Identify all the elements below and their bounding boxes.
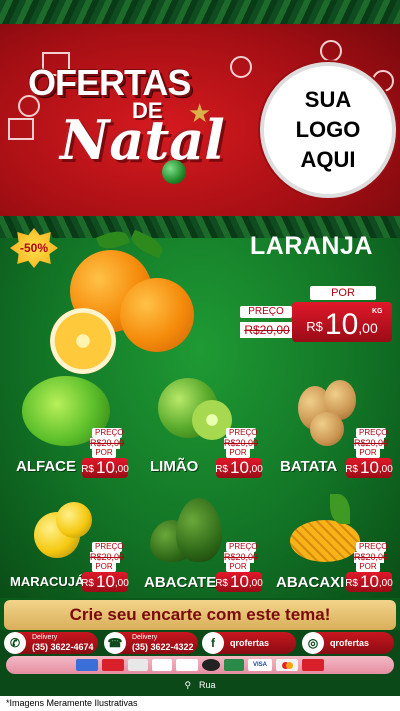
product-price-tag: PREÇO R$20,00 POR R$ 10,00: [215, 428, 263, 478]
payment-methods: VISA: [6, 656, 394, 674]
title-natal: Natal: [60, 108, 225, 172]
location-pin-icon: ⚲: [184, 679, 192, 690]
title-ofertas: OFERTAS: [28, 62, 191, 103]
card-icon: [76, 659, 98, 671]
gift-icon: [8, 118, 34, 140]
product-price-tag: PREÇO R$20,00 POR R$ 10,00: [215, 542, 263, 592]
product-price-tag: PREÇO R$20,00 POR R$ 10,00: [345, 542, 393, 592]
product-name: ABACATE: [144, 574, 217, 591]
visa-icon: VISA: [248, 659, 272, 671]
product-name: LIMÃO: [150, 458, 199, 475]
logo-text-2: LOGO: [295, 117, 361, 142]
whatsapp-contact[interactable]: ✆ Delivery (35) 3622-4674: [4, 632, 98, 654]
header-banner: OFERTAS DE ★ Natal SUA LOGO AQUI: [0, 0, 400, 218]
phone-contact[interactable]: ☎ Delivery (35) 3622-4322: [104, 632, 198, 654]
garland-top: [0, 0, 400, 24]
instagram-icon: ◎: [302, 632, 324, 654]
whatsapp-icon: ✆: [4, 632, 26, 654]
cta-banner[interactable]: Crie seu encarte com este tema!: [4, 600, 396, 630]
logo-placeholder[interactable]: SUA LOGO AQUI: [260, 62, 396, 198]
card-icon: [176, 659, 198, 671]
product-price-tag: PREÇO R$20,00 POR R$ 10,00: [81, 542, 129, 592]
mastercard-icon: [276, 659, 298, 671]
footer: *Imagens Meramente Ilustrativas: [0, 696, 400, 711]
instagram-contact[interactable]: ◎ qrofertas: [302, 632, 394, 654]
hero-price-tag: PREÇO R$20,00 POR R$ 10 ,00 KG: [236, 284, 394, 346]
ornament-icon: [230, 56, 252, 78]
card-icon: [202, 659, 220, 671]
product-name: BATATA: [280, 458, 338, 475]
orange-image: [40, 227, 210, 380]
christmas-ball-icon: [162, 160, 186, 184]
card-icon: [302, 659, 324, 671]
product-name: MARACUJÁ: [10, 574, 85, 589]
logo-text-1: SUA: [304, 87, 352, 112]
hero-product-name: LARANJA: [250, 232, 373, 260]
footer-note: *Imagens Meramente Ilustrativas: [6, 698, 138, 708]
product-price-tag: PREÇO R$20,00 POR R$ 10,00: [81, 428, 129, 478]
product-name: ABACAXI: [276, 574, 345, 591]
facebook-contact[interactable]: f qrofertas: [202, 632, 296, 654]
facebook-icon: f: [202, 632, 224, 654]
card-icon: [128, 659, 148, 671]
card-icon: [152, 659, 172, 671]
phone-icon: ☎: [104, 632, 126, 654]
cta-text: Crie seu encarte com este tema!: [69, 605, 331, 624]
product-price-tag: PREÇO R$20,00 POR R$ 10,00: [345, 428, 393, 478]
product-name: ALFACE: [16, 458, 76, 475]
ornament-icon: [320, 40, 342, 62]
address: ⚲ Rua: [184, 679, 216, 691]
card-icon: [224, 659, 244, 671]
logo-text-3: AQUI: [300, 147, 356, 172]
card-icon: [102, 659, 124, 671]
